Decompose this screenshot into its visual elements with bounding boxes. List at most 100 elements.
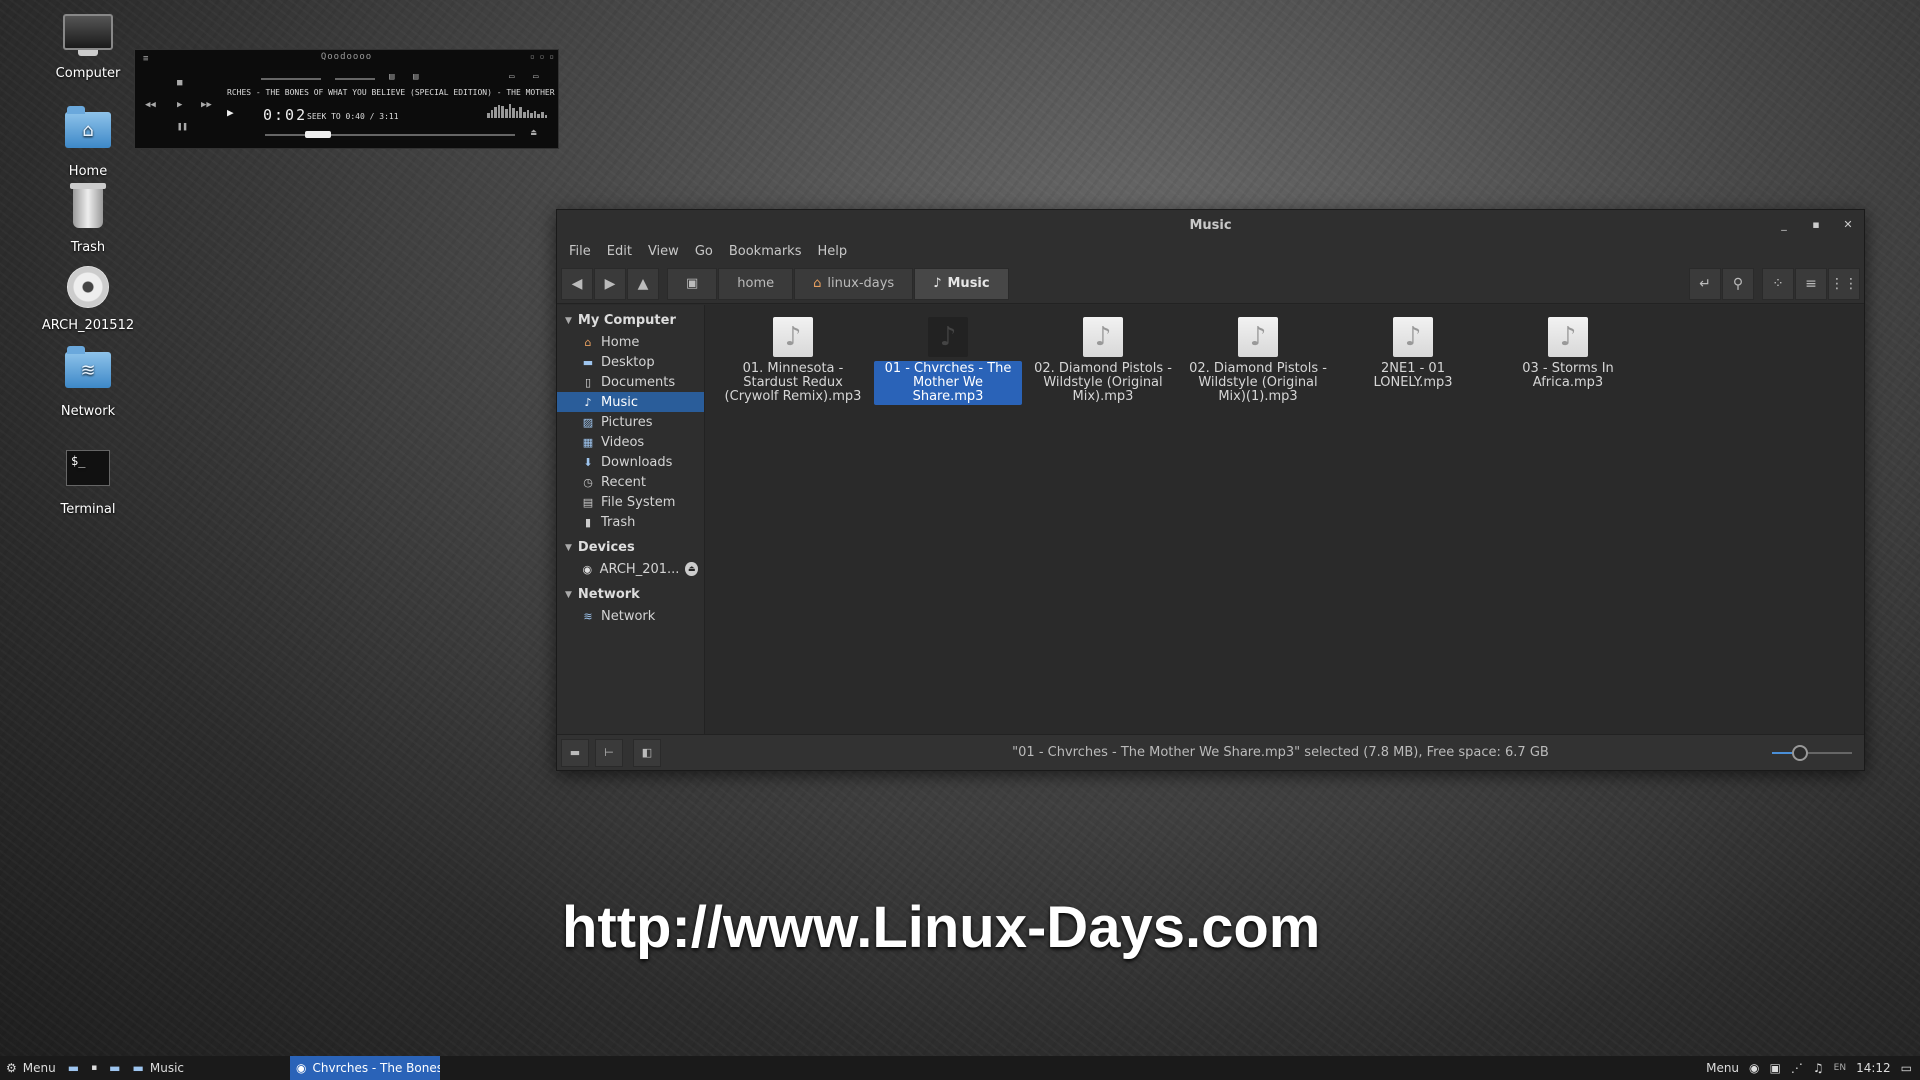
tray-menu-button[interactable]: Menu [1706, 1061, 1739, 1075]
file-view[interactable]: ♪ 01. Minnesota - Stardust Redux (Crywol… [705, 305, 1864, 734]
zoom-slider[interactable] [1772, 745, 1852, 761]
sidebar-item-downloads[interactable]: ⬇ Downloads [557, 452, 704, 472]
player-window-controls[interactable]: ▫ ▫ ▫ [530, 52, 554, 61]
music-player-widget[interactable]: Qoodoooo ▫ ▫ ▫ ≡ ■ ◀◀ ▶ ▶▶ ❚❚ ▶ ▤ ▤ ▭ ▭ … [134, 49, 559, 149]
previous-icon[interactable]: ◀◀ [145, 100, 156, 110]
sidebar-item-trash[interactable]: ▮ Trash [557, 512, 704, 532]
sidebar-item-label: Videos [601, 434, 645, 450]
desktop-icon-home[interactable]: ⌂ Home [28, 104, 148, 179]
sidebar-section-network[interactable]: ▼ Network [557, 583, 704, 606]
file-item-selected[interactable]: ♪ 01 - Chvrches - The Mother We Share.mp… [874, 313, 1022, 405]
user-icon[interactable]: ◉ [1749, 1061, 1759, 1075]
menu-view[interactable]: View [640, 240, 687, 264]
toggle-sidebar-button[interactable]: ◧ [633, 738, 661, 767]
return-arrow-icon: ↵ [1699, 275, 1711, 292]
section-title: Network [577, 587, 640, 602]
breadcrumb-linux-days[interactable]: ⌂ linux-days [794, 267, 914, 300]
desktop-icon-computer[interactable]: Computer [28, 10, 148, 81]
menu-go[interactable]: Go [687, 240, 721, 264]
show-places-button[interactable]: ▬ [561, 738, 589, 767]
forward-button[interactable]: ▶ [594, 267, 626, 300]
search-button[interactable]: ⚲ [1722, 267, 1754, 300]
stop-icon[interactable]: ■ [177, 78, 182, 88]
printer-icon[interactable]: ▣ [1770, 1061, 1781, 1075]
menu-help[interactable]: Help [809, 240, 855, 264]
file-item[interactable]: ♪ 03 - Storms In Africa.mp3 [1494, 313, 1642, 391]
audio-file-icon: ♪ [1083, 317, 1123, 357]
desktop-icon-disc[interactable]: ARCH_201512 [28, 264, 148, 333]
sidebar-item-home[interactable]: ⌂ Home [557, 332, 704, 352]
keyboard-layout[interactable]: EN [1834, 1063, 1846, 1073]
window-titlebar[interactable]: Music _ ▪ ✕ [557, 210, 1864, 240]
sidebar-item-arch-device[interactable]: ◉ ARCH_201... ⏏ [557, 559, 704, 579]
sidebar-item-desktop[interactable]: ▬ Desktop [557, 352, 704, 372]
eject-icon[interactable]: ⏏ [685, 562, 698, 576]
open-terminal-button[interactable]: ↵ [1689, 267, 1721, 300]
file-item[interactable]: ♪ 02. Diamond Pistols - Wildstyle (Origi… [1184, 313, 1332, 405]
menu-button[interactable]: ⚙ Menu [0, 1056, 62, 1080]
sidebar-item-label: Music [601, 394, 638, 410]
list-view-button[interactable]: ≡ [1795, 267, 1827, 300]
sidebar-item-music[interactable]: ♪ Music [557, 392, 704, 412]
sidebar-item-label: Trash [601, 514, 636, 530]
launcher-terminal[interactable]: ▪ [85, 1056, 103, 1080]
seek-handle[interactable] [304, 131, 331, 138]
player-menu-icon[interactable]: ≡ [143, 54, 148, 64]
sidebar-item-file-system[interactable]: ▤ File System [557, 492, 704, 512]
file-item[interactable]: ♪ 02. Diamond Pistols - Wildstyle (Origi… [1029, 313, 1177, 405]
desktop-icon-terminal[interactable]: $_ Terminal [28, 444, 148, 517]
sidebar-item-label: Documents [601, 374, 676, 390]
music-note-icon[interactable]: ♫ [1813, 1061, 1824, 1075]
sidebar-item-documents[interactable]: ▯ Documents [557, 372, 704, 392]
pause-icon[interactable]: ❚❚ [177, 122, 188, 132]
trash-icon [62, 183, 114, 236]
file-manager-window[interactable]: Music _ ▪ ✕ File Edit View Go Bookmarks … [556, 209, 1865, 771]
sidebar-section-devices[interactable]: ▼ Devices [557, 536, 704, 559]
file-item[interactable]: ♪ 2NE1 - 01 LONELY.mp3 [1339, 313, 1487, 391]
sidebar-section-my-computer[interactable]: ▼ My Computer [557, 309, 704, 332]
launcher-files[interactable]: ▬ [62, 1056, 85, 1080]
play-icon[interactable]: ▶ [177, 100, 182, 110]
minimize-icon[interactable]: _ [1776, 217, 1792, 233]
back-button[interactable]: ◀ [561, 267, 593, 300]
audio-file-icon: ♪ [1393, 317, 1433, 357]
zoom-slider-thumb[interactable] [1792, 745, 1808, 761]
sidebar-item-network[interactable]: ≋ Network [557, 606, 704, 626]
seek-bar[interactable] [265, 134, 515, 136]
show-desktop-icon[interactable]: ▭ [1901, 1061, 1912, 1075]
next-icon[interactable]: ▶▶ [201, 100, 212, 110]
close-icon[interactable]: ✕ [1840, 217, 1856, 233]
clock[interactable]: 14:12 [1856, 1061, 1891, 1075]
desktop-icon-trash[interactable]: Trash [28, 183, 148, 255]
launcher-folder[interactable]: ▬ [103, 1056, 126, 1080]
sidebar-item-videos[interactable]: ▦ Videos [557, 432, 704, 452]
menu-edit[interactable]: Edit [599, 240, 640, 264]
file-item[interactable]: ♪ 01. Minnesota - Stardust Redux (Crywol… [719, 313, 867, 405]
icon-view-button[interactable]: ⁘ [1762, 267, 1794, 300]
maximize-icon[interactable]: ▪ [1808, 217, 1824, 233]
breadcrumb-music[interactable]: ♪ Music [914, 267, 1009, 300]
sidebar-item-recent[interactable]: ◷ Recent [557, 472, 704, 492]
window-title: Music [1189, 217, 1232, 233]
volume-slider[interactable] [261, 78, 321, 80]
compact-view-button[interactable]: ⋮⋮ [1828, 267, 1860, 300]
breadcrumb-home[interactable]: home [718, 267, 794, 300]
task-music[interactable]: ▬ Music [127, 1056, 191, 1080]
repeat-button-icon[interactable]: ▭ [533, 72, 538, 82]
menu-bookmarks[interactable]: Bookmarks [721, 240, 810, 264]
balance-slider[interactable] [335, 78, 375, 80]
task-player[interactable]: ◉ Chvrches - The Bones ... [290, 1056, 441, 1080]
eject-icon[interactable]: ⏏ [531, 128, 536, 138]
breadcrumb-toggle-button[interactable]: ▣ [667, 267, 718, 300]
up-button[interactable]: ▲ [627, 267, 659, 300]
menu-file[interactable]: File [561, 240, 599, 264]
show-tree-button[interactable]: ⊢ [595, 738, 623, 767]
desktop-icon-network[interactable]: ≋ Network [28, 344, 148, 419]
file-name: 01. Minnesota - Stardust Redux (Crywolf … [724, 361, 862, 404]
sidebar-item-pictures[interactable]: ▨ Pictures [557, 412, 704, 432]
shuffle-button-icon[interactable]: ▭ [509, 72, 514, 82]
audio-file-icon: ♪ [1548, 317, 1588, 357]
network-tray-icon[interactable]: ⋰ [1791, 1061, 1803, 1075]
playlist-button-icon[interactable]: ▤ [413, 72, 418, 82]
equalizer-button-icon[interactable]: ▤ [389, 72, 394, 82]
